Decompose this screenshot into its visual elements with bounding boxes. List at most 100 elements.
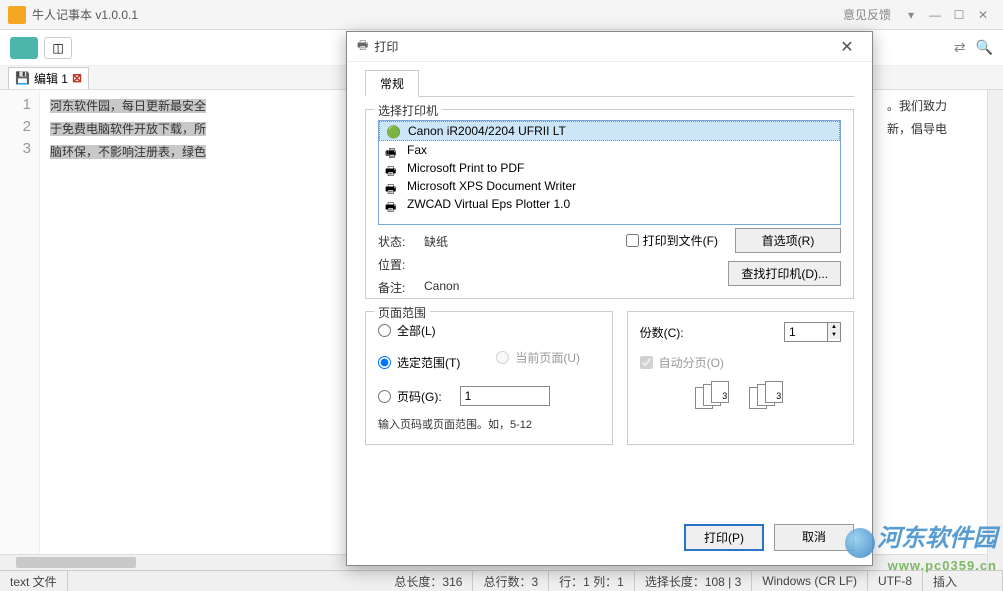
printer-status-icon: 🟢 — [386, 125, 402, 137]
dialog-title: 打印 — [374, 38, 832, 55]
collate-input — [640, 356, 653, 369]
fax-icon: 🖷 — [385, 144, 401, 156]
page-range-label: 页面范围 — [374, 304, 430, 321]
split-icon: ◫ — [52, 41, 63, 55]
vertical-scrollbar[interactable] — [987, 90, 1003, 570]
collate-label: 自动分页(O) — [659, 354, 724, 371]
range-pages-input[interactable] — [378, 390, 391, 403]
range-all-input[interactable] — [378, 324, 391, 337]
app-title: 牛人记事本 v1.0.0.1 — [32, 6, 843, 23]
minimize-button[interactable]: ― — [923, 5, 947, 25]
line-gutter: 1 2 3 — [0, 90, 40, 568]
line-number: 1 — [0, 94, 39, 116]
status-length: 总长度：316 — [384, 571, 473, 591]
range-selection-input[interactable] — [378, 356, 391, 369]
preferences-button[interactable]: 首选项(R) — [735, 228, 841, 253]
copies-group: 份数(C): ▲▼ 自动分页(O) 123 123 — [627, 311, 854, 445]
find-printer-button[interactable]: 查找打印机(D)... — [728, 261, 841, 286]
text-line: 脑环保，不影响注册表，绿色 — [50, 145, 206, 159]
printer-item[interactable]: 🖷 Fax — [379, 141, 840, 159]
copies-label: 份数(C): — [640, 324, 684, 341]
status-insert: 插入 — [923, 571, 1003, 591]
replace-icon[interactable]: ⇄ — [954, 39, 966, 56]
printer-item-icon: 🖶 — [385, 162, 401, 174]
document-tab[interactable]: 💾 编辑 1 ⊠ — [8, 67, 89, 89]
printer-name: Canon iR2004/2204 UFRII LT — [408, 124, 566, 138]
printer-name: ZWCAD Virtual Eps Plotter 1.0 — [407, 197, 570, 211]
page-range-group: 页面范围 全部(L) 选定范围(T) 当前页面(U) 页码(G): — [365, 311, 613, 445]
collate-checkbox: 自动分页(O) — [640, 354, 841, 371]
printer-name: Microsoft Print to PDF — [407, 161, 524, 175]
app-logo-icon — [8, 6, 26, 24]
plotter-icon: 🖶 — [385, 198, 401, 210]
copies-input[interactable] — [784, 322, 828, 342]
line-number: 2 — [0, 116, 39, 138]
collate-preview-icon: 123 123 — [640, 381, 841, 411]
range-pages-radio[interactable]: 页码(G): — [378, 386, 600, 406]
titlebar: 牛人记事本 v1.0.0.1 意见反馈 ▾ ― ☐ ✕ — [0, 0, 1003, 30]
view-mode-button[interactable] — [10, 37, 38, 59]
status-selection: 选择长度：108 | 3 — [635, 571, 752, 591]
save-icon: 💾 — [15, 71, 30, 85]
dialog-footer: 打印(P) 取消 — [347, 514, 872, 565]
print-to-file-input[interactable] — [626, 234, 639, 247]
dropdown-icon[interactable]: ▾ — [899, 5, 923, 25]
printer-name: Microsoft XPS Document Writer — [407, 179, 576, 193]
tab-close-icon[interactable]: ⊠ — [72, 71, 82, 85]
status-label: 状态: — [378, 233, 424, 250]
copies-spinner[interactable]: ▲▼ — [784, 322, 841, 342]
print-to-file-label: 打印到文件(F) — [643, 232, 718, 249]
page-number-input[interactable] — [460, 386, 550, 406]
text-line: 新，倡导电 — [887, 122, 947, 136]
printer-group: 选择打印机 🟢 Canon iR2004/2204 UFRII LT 🖷 Fax… — [365, 109, 854, 299]
printer-name: Fax — [407, 143, 427, 157]
print-to-file-checkbox[interactable]: 打印到文件(F) — [626, 232, 718, 249]
status-lines: 总行数：3 — [473, 571, 549, 591]
location-label: 位置: — [378, 256, 424, 273]
printer-item[interactable]: 🟢 Canon iR2004/2204 UFRII LT — [379, 121, 840, 141]
range-all-radio[interactable]: 全部(L) — [378, 322, 600, 339]
range-current-radio: 当前页面(U) — [496, 349, 580, 366]
printer-list[interactable]: 🟢 Canon iR2004/2204 UFRII LT 🖷 Fax 🖶 Mic… — [378, 120, 841, 225]
tab-general[interactable]: 常规 — [365, 70, 419, 97]
printer-item[interactable]: 🖶 Microsoft Print to PDF — [379, 159, 840, 177]
scrollbar-thumb[interactable] — [16, 557, 136, 568]
status-eol: Windows (CR LF) — [752, 571, 868, 591]
page-range-hint: 输入页码或页面范围。如，5-12 — [378, 416, 600, 432]
range-current-input — [496, 351, 509, 364]
cancel-button[interactable]: 取消 — [774, 524, 854, 551]
split-view-button[interactable]: ◫ — [44, 37, 72, 59]
spinner-down-icon[interactable]: ▼ — [828, 331, 840, 339]
print-button[interactable]: 打印(P) — [684, 524, 764, 551]
dialog-titlebar: 🖶 打印 ✕ — [347, 32, 872, 62]
comment-label: 备注: — [378, 279, 424, 296]
maximize-button[interactable]: ☐ — [947, 5, 971, 25]
range-pages-label: 页码(G): — [397, 388, 442, 405]
close-button[interactable]: ✕ — [971, 5, 995, 25]
status-filetype: text 文件 — [0, 571, 68, 591]
range-selection-label: 选定范围(T) — [397, 354, 460, 371]
feedback-link[interactable]: 意见反馈 — [843, 6, 891, 23]
printer-group-label: 选择打印机 — [374, 102, 442, 119]
status-position: 行：1 列：1 — [549, 571, 635, 591]
dialog-close-button[interactable]: ✕ — [832, 37, 862, 57]
status-encoding: UTF-8 — [868, 571, 923, 591]
text-line: 于免费电脑软件开放下载，所 — [50, 122, 206, 136]
range-current-label: 当前页面(U) — [515, 349, 580, 366]
dialog-tabs: 常规 — [365, 70, 854, 97]
spinner-up-icon[interactable]: ▲ — [828, 323, 840, 331]
print-dialog: 🖶 打印 ✕ 常规 选择打印机 🟢 Canon iR2004/2204 UFRI… — [346, 31, 873, 566]
range-all-label: 全部(L) — [397, 322, 436, 339]
printer-status: 缺纸 — [424, 233, 448, 250]
line-number: 3 — [0, 138, 39, 160]
text-line: 。我们致力 — [887, 99, 947, 113]
printer-icon: 🖶 — [357, 36, 368, 57]
printer-comment: Canon — [424, 279, 459, 296]
search-icon[interactable]: 🔍 — [976, 39, 993, 56]
printer-item[interactable]: 🖶 ZWCAD Virtual Eps Plotter 1.0 — [379, 195, 840, 213]
text-line: 河东软件园，每日更新最安全 — [50, 99, 206, 113]
printer-item[interactable]: 🖶 Microsoft XPS Document Writer — [379, 177, 840, 195]
statusbar: text 文件 总长度：316 总行数：3 行：1 列：1 选择长度：108 |… — [0, 570, 1003, 591]
tab-label: 编辑 1 — [34, 70, 68, 87]
printer-item-icon: 🖶 — [385, 180, 401, 192]
